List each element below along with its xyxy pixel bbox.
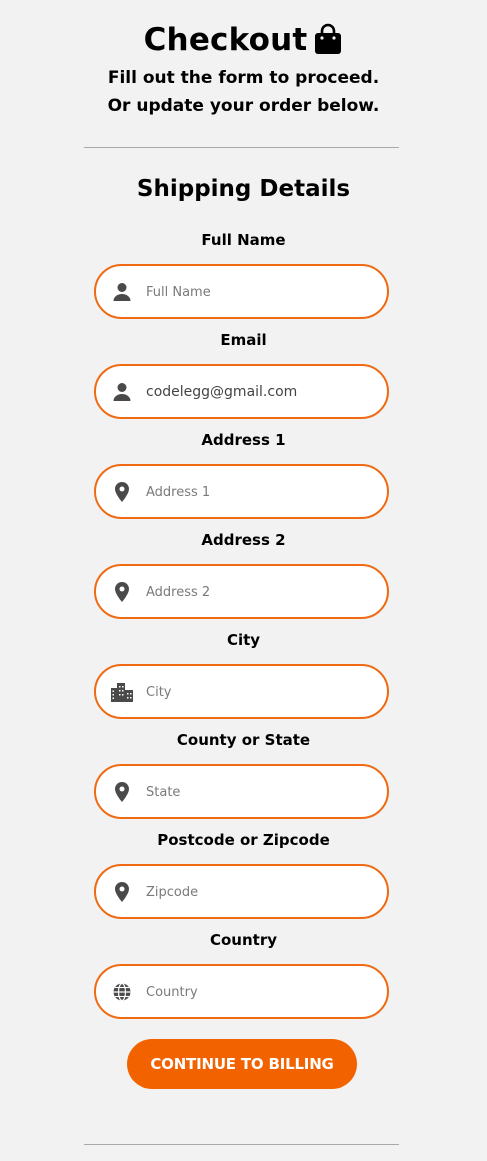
subtitle-line-1: Fill out the form to proceed. [107, 68, 380, 88]
state-input[interactable] [146, 783, 371, 800]
address-1-input[interactable] [146, 483, 371, 500]
address-1-label: Address 1 [201, 431, 286, 449]
map-pin-icon [110, 580, 134, 604]
city-label: City [226, 631, 261, 649]
user-icon [110, 380, 134, 404]
subtitle-line-2: Or update your order below. [107, 96, 380, 116]
map-pin-icon [110, 780, 134, 804]
email-field [94, 364, 389, 419]
user-icon [110, 280, 134, 304]
full-name-input[interactable] [146, 283, 371, 300]
address-2-field [94, 564, 389, 619]
email-label: Email [220, 331, 267, 349]
zipcode-input[interactable] [146, 883, 371, 900]
city-input[interactable] [146, 683, 371, 700]
page-title: Checkout [144, 20, 344, 60]
full-name-label: Full Name [201, 231, 286, 249]
zipcode-label: Postcode or Zipcode [157, 831, 330, 849]
state-field [94, 764, 389, 819]
address-1-field [94, 464, 389, 519]
country-label: Country [209, 931, 278, 949]
divider-bottom [84, 1144, 399, 1145]
checkout-page: Checkout Fill out the form to proceed. O… [0, 0, 487, 1161]
map-pin-icon [110, 480, 134, 504]
email-input[interactable] [146, 383, 371, 400]
address-2-input[interactable] [146, 583, 371, 600]
state-label: County or State [176, 731, 311, 749]
zipcode-field [94, 864, 389, 919]
page-title-text: Checkout [143, 22, 308, 58]
address-2-label: Address 2 [201, 531, 286, 549]
continue-to-billing-button[interactable]: CONTINUE TO BILLING [127, 1039, 357, 1089]
header: Checkout Fill out the form to proceed. O… [0, 0, 487, 120]
country-field [94, 964, 389, 1019]
full-name-field [94, 264, 389, 319]
globe-icon [110, 980, 134, 1004]
divider-top [84, 147, 399, 148]
country-input[interactable] [146, 983, 371, 1000]
shopping-bag-icon [313, 23, 343, 55]
city-field [94, 664, 389, 719]
section-title: Shipping Details [136, 176, 351, 202]
map-pin-icon [110, 880, 134, 904]
city-icon [110, 680, 134, 704]
